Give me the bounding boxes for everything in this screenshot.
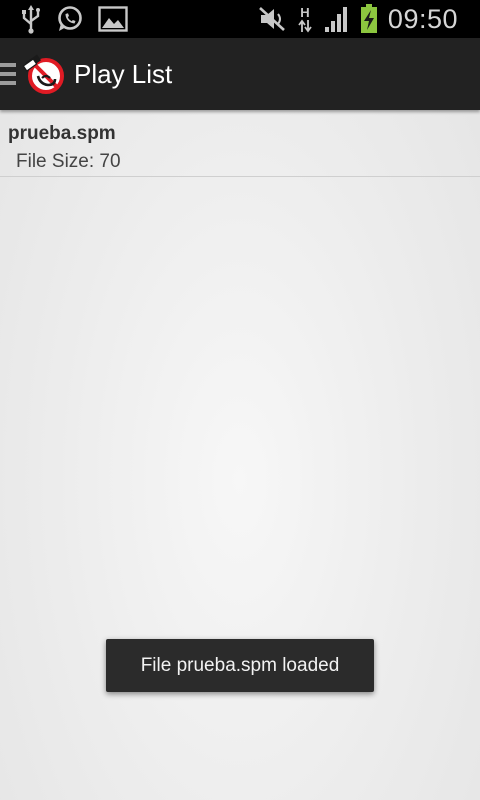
system-status: H 09:50 <box>258 4 480 35</box>
battery-charging-icon <box>360 4 377 33</box>
image-icon <box>98 6 128 32</box>
network-h-icon: H <box>296 6 314 33</box>
toast-text: File prueba.spm loaded <box>140 654 340 676</box>
usb-icon <box>22 5 40 34</box>
status-bar: H 09:50 <box>0 0 480 38</box>
network-type-label: H <box>300 4 310 20</box>
file-size: File Size: 70 <box>16 151 121 172</box>
whatsapp-icon <box>58 6 82 31</box>
status-clock: 09:50 <box>387 3 458 34</box>
signal-icon <box>324 7 347 32</box>
action-bar: Play List <box>0 38 480 110</box>
file-name: prueba.spm <box>8 123 116 144</box>
notification-icons <box>0 4 128 34</box>
mute-icon <box>259 7 285 31</box>
drawer-menu-icon[interactable] <box>0 63 16 85</box>
app-logo-icon[interactable] <box>22 54 66 94</box>
page-title: Play List <box>74 58 173 89</box>
toast-message: File prueba.spm loaded <box>106 639 374 692</box>
playlist-list: prueba.spm File Size: 70 <box>0 110 480 177</box>
list-item[interactable]: prueba.spm File Size: 70 <box>0 110 480 177</box>
